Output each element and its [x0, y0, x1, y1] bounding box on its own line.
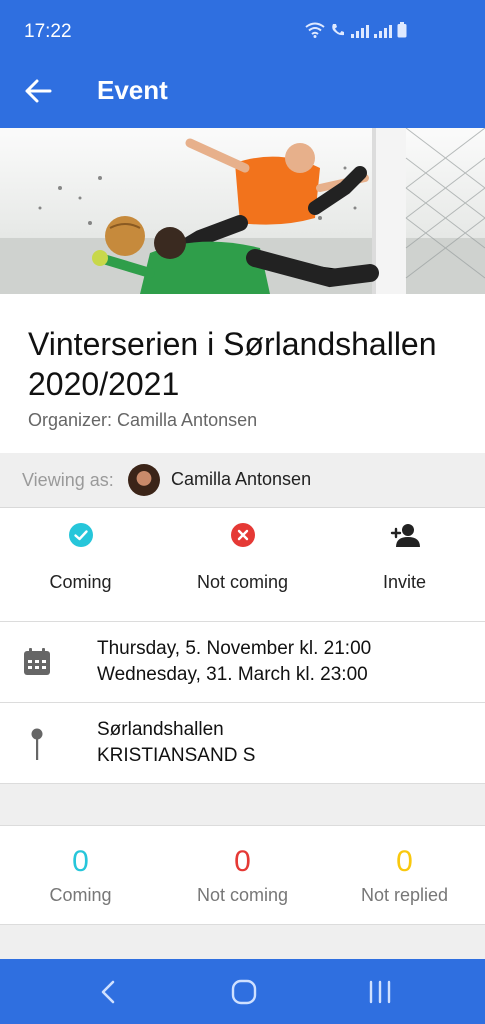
event-start-date: Thursday, 5. November kl. 21:00 — [97, 638, 372, 659]
event-end-date: Wednesday, 31. March kl. 23:00 — [97, 664, 368, 685]
page-title: Event — [97, 75, 168, 105]
calendar-icon — [24, 648, 50, 675]
signal-icon — [351, 25, 369, 38]
avatar — [128, 464, 160, 496]
signal-icon-2 — [374, 25, 392, 38]
event-title: Vinterserien i Sørlandshallen 2020/2021 — [28, 326, 437, 402]
rsvp-not-coming-label: Not coming — [196, 572, 289, 592]
invite-button[interactable]: Invite — [324, 508, 485, 621]
event-hero-image — [0, 128, 485, 294]
location-venue: Sørlandshallen — [97, 719, 224, 740]
rsvp-not-coming-button[interactable]: Not coming — [162, 508, 323, 621]
event-date-row[interactable]: Thursday, 5. November kl. 21:00 Wednesda… — [0, 622, 485, 703]
count-not-coming-value: 0 — [234, 845, 251, 878]
battery-icon — [397, 22, 407, 38]
app-bar: Event — [0, 53, 485, 128]
count-not-coming-label: Not coming — [196, 885, 289, 905]
count-coming-value: 0 — [72, 845, 89, 878]
check-circle-icon — [68, 523, 93, 547]
nav-back-icon[interactable] — [98, 979, 118, 1005]
x-circle-icon — [230, 523, 255, 547]
event-organizer: Organizer: Camilla Antonsen — [28, 410, 258, 430]
section-divider — [0, 784, 485, 826]
count-not-coming[interactable]: 0 Not coming — [162, 826, 323, 906]
rsvp-options: Coming Not coming Invite — [0, 508, 485, 622]
nav-recents-icon[interactable] — [367, 979, 393, 1005]
call-icon — [332, 24, 344, 36]
count-not-replied-value: 0 — [396, 845, 413, 878]
count-coming-label: Coming — [49, 885, 112, 905]
count-not-replied-label: Not replied — [360, 885, 449, 905]
location-city: KRISTIANSAND S — [97, 745, 256, 766]
viewing-as-label: Viewing as: — [22, 470, 114, 490]
arrow-left-icon[interactable] — [24, 77, 52, 105]
nav-home-icon[interactable] — [231, 979, 257, 1005]
bottom-spacer — [0, 925, 485, 959]
system-nav-bar — [0, 959, 485, 1024]
status-time: 17:22 — [24, 21, 72, 42]
rsvp-coming-label: Coming — [49, 572, 112, 592]
count-not-replied[interactable]: 0 Not replied — [324, 826, 485, 906]
count-coming[interactable]: 0 Coming — [0, 826, 161, 906]
system-icons — [305, 22, 407, 38]
wifi-icon — [305, 22, 325, 38]
soccer-goalkeeper-photo — [0, 128, 485, 294]
status-bar: 17:22 — [0, 0, 485, 53]
map-pin-icon — [31, 728, 43, 760]
event-location-row[interactable]: Sørlandshallen KRISTIANSAND S — [0, 703, 485, 784]
invite-label: Invite — [382, 572, 427, 592]
attendance-summary: 0 Coming 0 Not coming 0 Not replied — [0, 826, 485, 925]
viewing-as-bar[interactable]: Viewing as: Camilla Antonsen — [0, 453, 485, 508]
rsvp-coming-button[interactable]: Coming — [0, 508, 161, 621]
viewing-as-name: Camilla Antonsen — [171, 469, 312, 489]
person-add-icon — [390, 524, 420, 547]
